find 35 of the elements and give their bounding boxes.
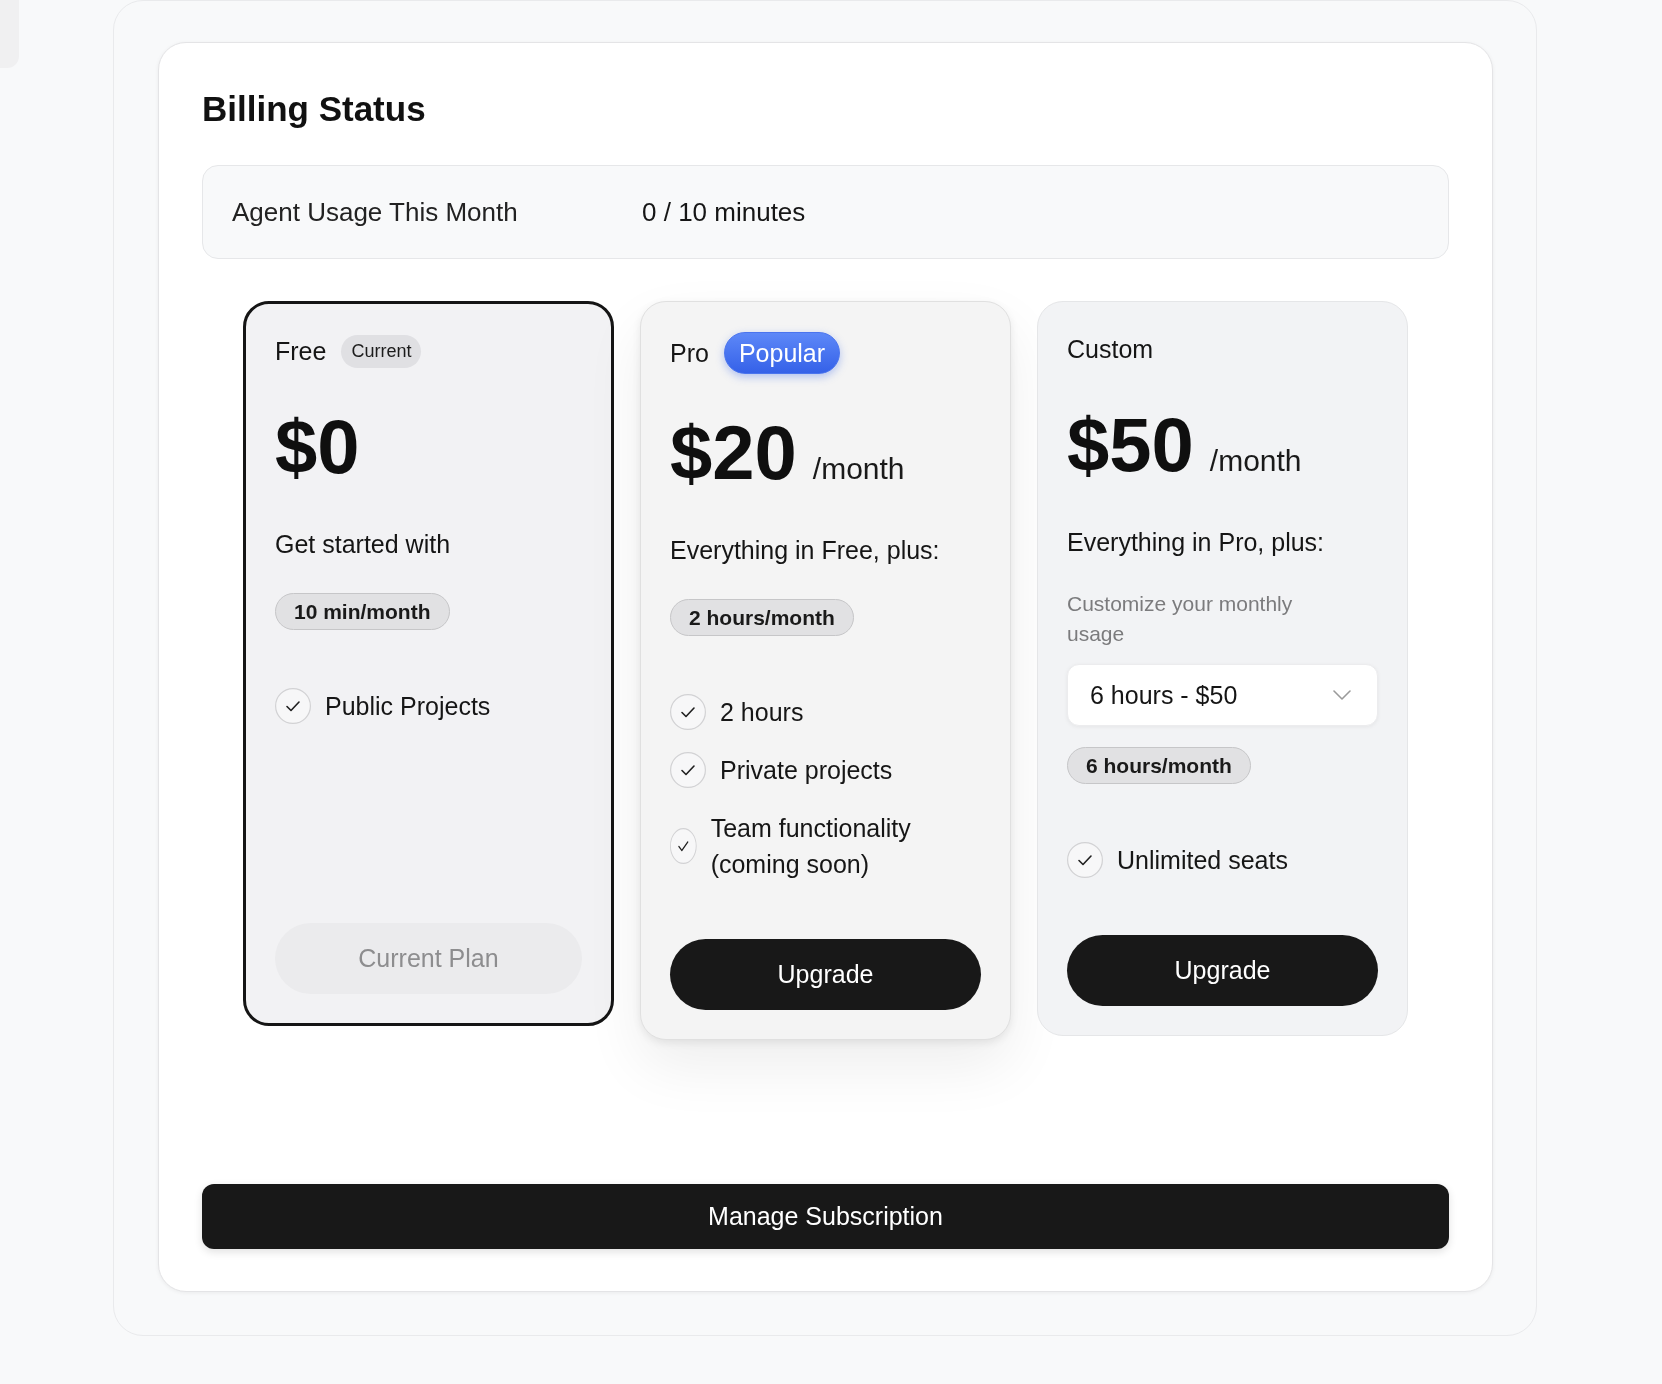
quota-tag: 2 hours/month [670, 599, 854, 636]
quota-tag: 6 hours/month [1067, 747, 1251, 784]
plan-button[interactable]: Upgrade [670, 939, 981, 1010]
plan-description: Get started with [275, 529, 452, 560]
plan-badge: Current [341, 334, 422, 368]
plan-name: Custom [1067, 334, 1154, 364]
quota-tag: 10 min/month [275, 593, 450, 630]
check-icon [275, 688, 311, 724]
feature-text: Unlimited seats [1117, 845, 1288, 876]
usage-value: 0 / 10 minutes [642, 196, 806, 228]
usage-select[interactable]: 6 hours - $50 [1067, 664, 1378, 726]
feature-text: Team functionality (coming soon) [710, 813, 912, 880]
check-icon [1067, 842, 1103, 878]
plan-description: Everything in Free, plus: [670, 535, 941, 566]
check-icon [670, 752, 706, 788]
plan-price: $20 [670, 415, 797, 491]
price-period: /month [1209, 444, 1302, 478]
plan-name: Pro [670, 338, 709, 368]
plan-price: $0 [275, 409, 360, 485]
plan-badge: Popular [723, 332, 841, 374]
feature-text: 2 hours [720, 697, 804, 728]
chevron-down-icon [1333, 690, 1351, 700]
feature-text: Public Projects [325, 691, 491, 722]
feature-text: Private projects [720, 755, 893, 786]
check-icon [670, 828, 697, 864]
page-title: Billing Status [202, 88, 427, 130]
plan-price: $50 [1067, 407, 1194, 483]
plan-name: Free [275, 336, 327, 366]
manage-subscription-button[interactable]: Manage Subscription [202, 1184, 1449, 1249]
usage-hint: Customize your monthly usage [1067, 591, 1294, 647]
plan-description: Everything in Pro, plus: [1067, 527, 1326, 558]
check-icon [670, 694, 706, 730]
price-period: /month [812, 452, 905, 486]
plan-button[interactable]: Upgrade [1067, 935, 1378, 1006]
usage-label: Agent Usage This Month [232, 196, 519, 228]
